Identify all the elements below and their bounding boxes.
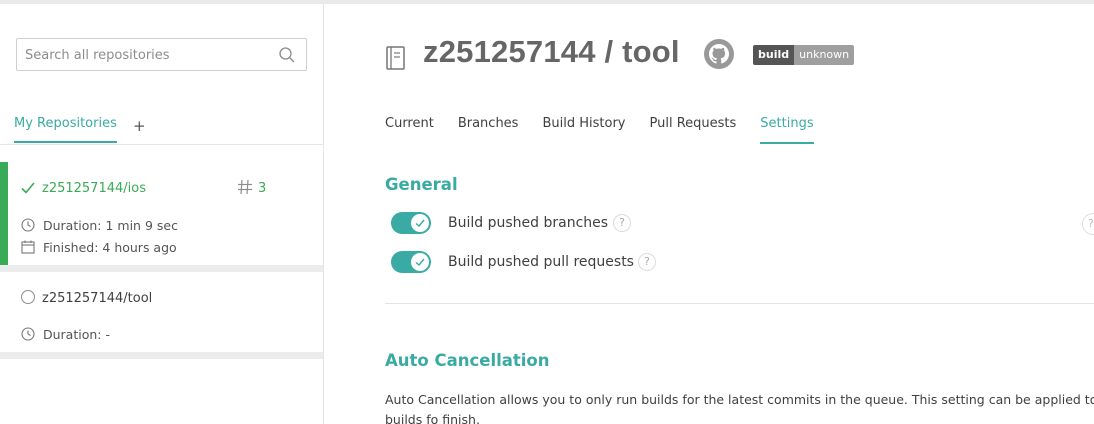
build-number[interactable]: 3	[258, 181, 266, 196]
toggle-knob	[411, 214, 429, 232]
general-heading: General	[385, 175, 458, 194]
check-icon	[21, 182, 35, 194]
help-icon[interactable]: ?	[638, 253, 656, 271]
help-icon[interactable]: ?	[613, 214, 631, 232]
tab-my-repositories[interactable]: My Repositories	[14, 116, 117, 143]
tab-branches[interactable]: Branches	[458, 116, 519, 144]
duration-text: Duration: 1 min 9 sec	[43, 218, 178, 233]
build-status-badge: build unknown	[753, 45, 855, 65]
repository-book-icon	[386, 46, 405, 70]
section-divider	[385, 303, 1094, 304]
repo-item-ios[interactable]: z251257144/ios 3 Duration: 1 min 9 sec F…	[0, 162, 323, 265]
sidebar: Search all repositories My Repositories …	[0, 4, 324, 424]
repo-item-tool[interactable]: z251257144/tool Duration: -	[0, 277, 323, 354]
build-pushed-branches-label: Build pushed branches	[448, 215, 609, 231]
hash-icon	[238, 179, 252, 195]
tab-current[interactable]: Current	[385, 116, 434, 144]
finished-text: Finished: 4 hours ago	[43, 240, 177, 255]
build-pushed-pull-requests-label: Build pushed pull requests	[448, 254, 634, 270]
toggle-knob	[411, 253, 429, 271]
repo-name[interactable]: z251257144/ios	[42, 181, 146, 196]
auto-cancellation-description: Auto Cancellation allows you to only run…	[385, 392, 1094, 424]
check-icon	[415, 219, 425, 227]
help-icon[interactable]: ?	[1082, 213, 1094, 235]
clock-icon	[21, 218, 35, 232]
search-icon[interactable]	[278, 46, 296, 64]
repo-name[interactable]: z251257144/tool	[42, 291, 152, 306]
auto-cancellation-heading: Auto Cancellation	[385, 351, 550, 370]
clock-icon	[21, 327, 35, 341]
repo-separator	[0, 352, 323, 359]
tab-pull-requests[interactable]: Pull Requests	[649, 116, 736, 144]
repo-tabs: Current Branches Build History Pull Requ…	[385, 116, 838, 144]
status-circle-icon	[21, 290, 35, 304]
add-repository-button[interactable]: +	[133, 117, 146, 135]
calendar-icon	[21, 240, 35, 254]
tab-settings[interactable]: Settings	[760, 116, 814, 144]
duration-text: Duration: -	[43, 327, 110, 342]
badge-value: unknown	[794, 45, 855, 65]
search-placeholder: Search all repositories	[25, 48, 170, 63]
badge-label: build	[753, 45, 795, 65]
page-title: z251257144 / tool	[423, 34, 680, 69]
tab-build-history[interactable]: Build History	[542, 116, 625, 144]
build-pushed-branches-toggle[interactable]	[391, 212, 431, 234]
repo-separator	[0, 265, 323, 272]
sidebar-tabs: My Repositories +	[0, 108, 323, 145]
check-icon	[415, 258, 425, 266]
build-pushed-pull-requests-toggle[interactable]	[391, 251, 431, 273]
search-input[interactable]: Search all repositories	[16, 38, 307, 71]
github-icon[interactable]	[703, 38, 735, 70]
main-content: z251257144 / tool build unknown Current …	[325, 4, 1094, 424]
